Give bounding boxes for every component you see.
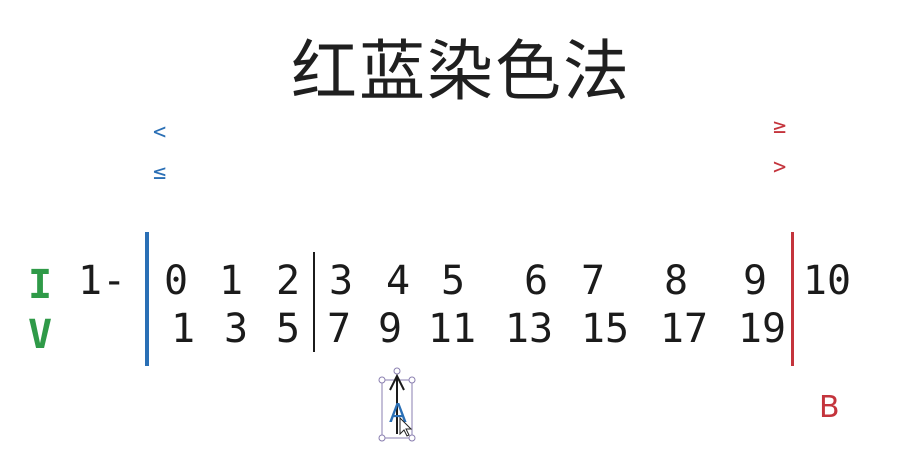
row-label-v: V <box>28 312 53 358</box>
blue-less-equal-symbol: ≤ <box>153 160 167 185</box>
blue-less-than-symbol: < <box>153 120 167 145</box>
value-cell: 15 <box>580 306 630 352</box>
prefix-label: 1- <box>78 258 127 304</box>
index-cell: 4 <box>385 258 411 304</box>
value-cell: 9 <box>377 306 403 352</box>
value-cell: 1 <box>170 306 196 352</box>
index-cell: 2 <box>275 258 301 304</box>
row-label-i: I <box>28 262 53 308</box>
index-cell: 6 <box>523 258 549 304</box>
value-cell: 19 <box>737 306 787 352</box>
value-cell: 13 <box>504 306 554 352</box>
index-cell: 0 <box>163 258 189 304</box>
title: 红蓝染色法 <box>291 33 631 110</box>
index-cell: 9 <box>742 258 768 304</box>
index-cell: 3 <box>328 258 354 304</box>
index-cell: 8 <box>663 258 689 304</box>
value-cell: 11 <box>427 306 477 352</box>
value-cell: 17 <box>659 306 709 352</box>
index-cell: 7 <box>580 258 606 304</box>
pointer-arrow-icon[interactable]: A <box>376 366 420 446</box>
value-cell: 3 <box>223 306 249 352</box>
red-greater-than-symbol: > <box>773 155 787 180</box>
red-greater-equal-symbol: ≥ <box>773 114 787 139</box>
label-b: B <box>819 390 840 425</box>
index-cell: 1 <box>218 258 244 304</box>
index-cell: 10 <box>802 258 852 304</box>
index-cell: 5 <box>440 258 466 304</box>
